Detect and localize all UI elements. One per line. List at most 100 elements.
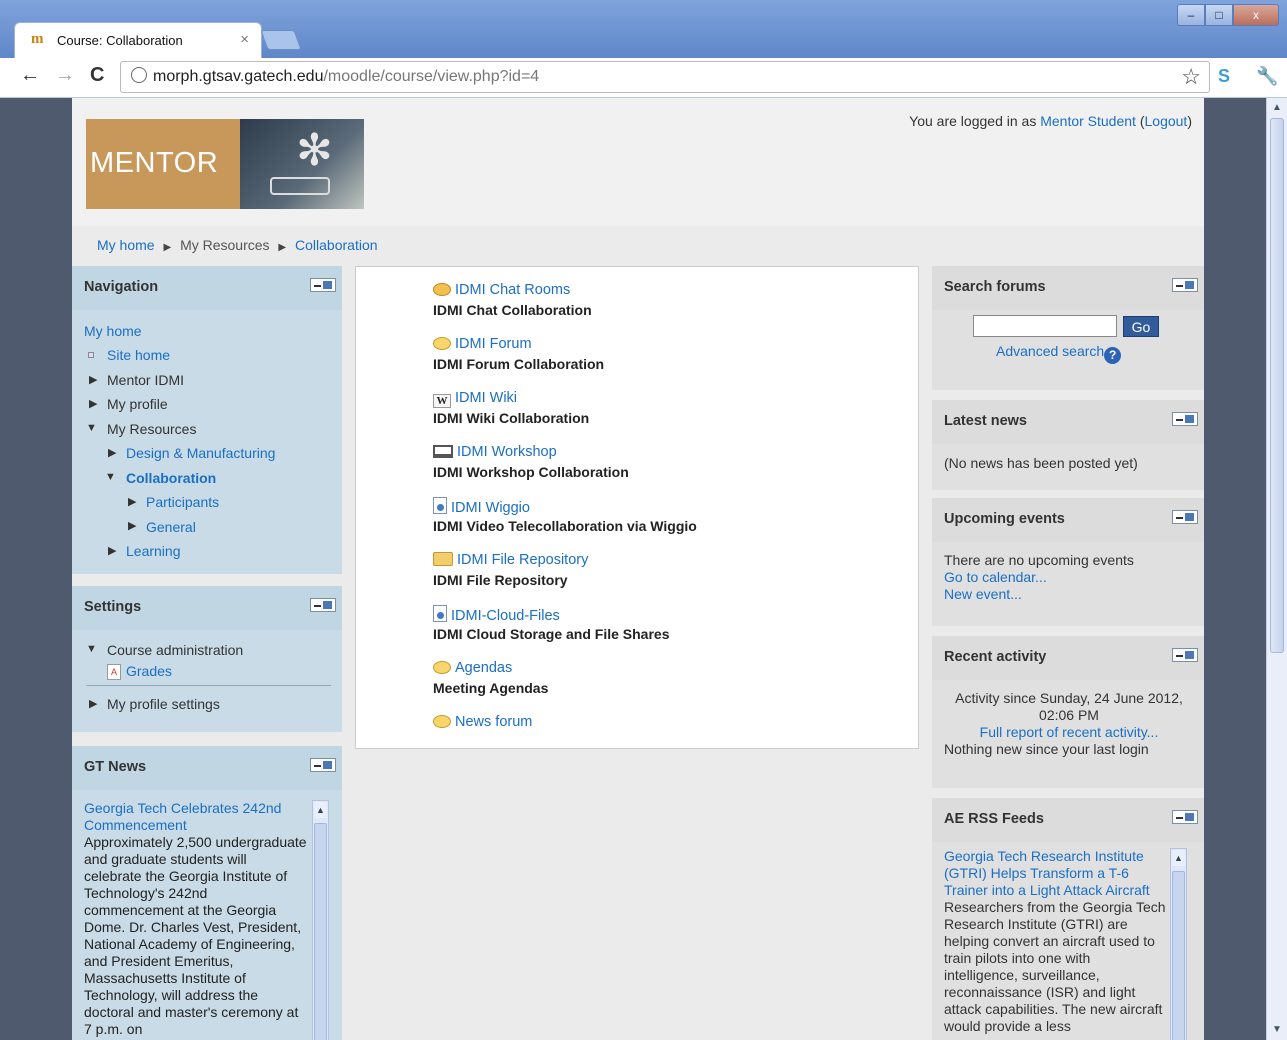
help-icon[interactable]: ? — [1104, 347, 1122, 364]
nav-my-profile[interactable]: My profile — [107, 396, 168, 412]
close-window-button[interactable]: x — [1233, 4, 1279, 26]
scroll-thumb[interactable] — [1270, 118, 1284, 653]
collapse-icon[interactable] — [1172, 648, 1198, 662]
collapse-icon[interactable] — [1172, 810, 1198, 824]
logo-text: MENTOR — [90, 147, 219, 179]
collapse-icon[interactable] — [1172, 510, 1198, 524]
activity-item: IDMI Wiggio IDMI Video Telecollaboration… — [433, 497, 697, 534]
upcoming-events-title: Upcoming events — [932, 498, 1204, 542]
logo-photo: ✻ — [240, 119, 364, 209]
nav-collaboration[interactable]: Collaboration — [126, 470, 216, 486]
activity-link[interactable]: IDMI Chat Rooms — [455, 282, 570, 298]
activity-desc: IDMI Wiki Collaboration — [433, 410, 590, 426]
scroll-up-icon[interactable]: ▲ — [1269, 100, 1285, 116]
collapse-arrow-icon[interactable]: ▼ — [105, 471, 116, 483]
wrench-icon[interactable]: 🔧 — [1256, 66, 1278, 87]
reload-icon[interactable]: C — [90, 64, 104, 87]
activity-link[interactable]: IDMI-Cloud-Files — [451, 608, 560, 624]
collapse-icon[interactable] — [310, 598, 336, 612]
advanced-search-link[interactable]: Advanced search — [996, 343, 1104, 359]
go-button[interactable]: Go — [1123, 316, 1159, 337]
gt-news-headline[interactable]: Georgia Tech Celebrates 242nd Commenceme… — [84, 800, 281, 833]
settings-grades[interactable]: Grades — [126, 663, 172, 679]
nav-site-home[interactable]: Site home — [107, 347, 170, 363]
extension-icon[interactable]: S — [1218, 66, 1230, 87]
gt-news-block: GT News Georgia Tech Celebrates 242nd Co… — [72, 746, 342, 1040]
nav-design-manufacturing[interactable]: Design & Manufacturing — [126, 445, 275, 461]
breadcrumb-my-resources[interactable]: My Resources — [180, 237, 269, 253]
expand-arrow-icon[interactable]: ▶ — [128, 495, 136, 508]
collapse-icon[interactable] — [310, 278, 336, 292]
latest-news-title: Latest news — [932, 400, 1204, 444]
page-scrollbar[interactable]: ▲ ▼ — [1266, 98, 1287, 1040]
latest-news-block: Latest news (No news has been posted yet… — [932, 400, 1204, 490]
collapse-icon[interactable] — [310, 758, 336, 772]
collapse-arrow-icon[interactable]: ▼ — [86, 643, 97, 655]
collapse-icon[interactable] — [1172, 278, 1198, 292]
activity-link[interactable]: IDMI Workshop — [457, 444, 557, 460]
settings-course-admin[interactable]: Course administration — [107, 642, 243, 658]
expand-arrow-icon[interactable]: ▶ — [89, 373, 97, 386]
browser-titlebar: m Course: Collaboration × – □ x — [0, 0, 1287, 58]
page-info-icon[interactable] — [131, 67, 147, 83]
breadcrumb-my-home[interactable]: My home — [97, 237, 155, 253]
activity-link[interactable]: IDMI Wiki — [455, 390, 517, 406]
forward-icon[interactable]: → — [55, 64, 75, 87]
logout-link[interactable]: Logout — [1145, 113, 1188, 129]
user-link[interactable]: Mentor Student — [1040, 113, 1136, 129]
nav-general[interactable]: General — [146, 519, 196, 535]
forum-icon — [433, 715, 451, 728]
activity-desc: IDMI Workshop Collaboration — [433, 464, 629, 480]
rss-scrollbar[interactable]: ▲ — [1170, 848, 1187, 1040]
expand-arrow-icon[interactable]: ▶ — [89, 397, 97, 410]
activity-item: IDMI Forum IDMI Forum Collaboration — [433, 335, 604, 372]
no-events-text: There are no upcoming events — [944, 552, 1134, 568]
expand-arrow-icon[interactable]: ▶ — [108, 544, 116, 557]
page-icon — [433, 497, 447, 514]
star-icon[interactable]: ☆ — [1181, 64, 1201, 90]
mentor-logo[interactable]: MENTOR ✻ — [86, 119, 364, 209]
activity-item: IDMI File Repository IDMI File Repositor… — [433, 551, 588, 588]
new-tab-button[interactable] — [260, 30, 302, 50]
expand-arrow-icon[interactable]: ▶ — [128, 519, 136, 532]
scroll-thumb[interactable] — [1172, 871, 1185, 1040]
expand-arrow-icon[interactable]: ▶ — [89, 697, 97, 710]
browser-toolbar: ← → C morph.gtsav.gatech.edu/moodle/cour… — [0, 58, 1287, 98]
minimize-button[interactable]: – — [1177, 4, 1205, 26]
nav-mentor-idmi[interactable]: Mentor IDMI — [107, 372, 184, 388]
nav-learning[interactable]: Learning — [126, 543, 181, 559]
full-report-link[interactable]: Full report of recent activity... — [980, 724, 1159, 740]
gt-news-scrollbar[interactable]: ▲ — [312, 800, 329, 1040]
scroll-thumb[interactable] — [314, 823, 327, 1040]
go-to-calendar-link[interactable]: Go to calendar... — [944, 569, 1047, 585]
scroll-up-icon[interactable]: ▲ — [1172, 850, 1185, 866]
maximize-button[interactable]: □ — [1205, 4, 1233, 26]
collapse-arrow-icon[interactable]: ▼ — [86, 422, 97, 434]
activity-item: IDMI Workshop IDMI Workshop Collaboratio… — [433, 443, 629, 480]
scroll-down-icon[interactable]: ▼ — [1269, 1022, 1285, 1038]
activity-link[interactable]: IDMI Forum — [455, 336, 532, 352]
nav-my-resources[interactable]: My Resources — [107, 421, 196, 437]
search-input[interactable] — [973, 315, 1117, 337]
address-bar[interactable]: morph.gtsav.gatech.edu/moodle/course/vie… — [120, 61, 1210, 93]
nav-participants[interactable]: Participants — [146, 494, 219, 510]
breadcrumb: My home ▶ My Resources ▶ Collaboration — [97, 237, 378, 253]
browser-tab[interactable]: m Course: Collaboration × — [14, 22, 262, 58]
course-content: IDMI Chat Rooms IDMI Chat Collaboration … — [355, 266, 919, 749]
back-icon[interactable]: ← — [20, 64, 40, 87]
expand-arrow-icon[interactable]: ▶ — [108, 446, 116, 459]
scroll-up-icon[interactable]: ▲ — [314, 802, 327, 818]
nav-my-home[interactable]: My home — [84, 323, 142, 339]
ae-rss-title: AE RSS Feeds — [932, 798, 1204, 842]
rss-headline[interactable]: Georgia Tech Research Institute (GTRI) H… — [944, 848, 1150, 898]
tab-close-icon[interactable]: × — [240, 31, 249, 48]
new-event-link[interactable]: New event... — [944, 586, 1022, 602]
settings-profile[interactable]: My profile settings — [107, 696, 220, 712]
breadcrumb-collaboration[interactable]: Collaboration — [295, 237, 378, 253]
activity-link[interactable]: News forum — [455, 714, 532, 730]
url-text[interactable]: morph.gtsav.gatech.edu/moodle/course/vie… — [153, 68, 539, 86]
activity-link[interactable]: Agendas — [455, 660, 512, 676]
activity-link[interactable]: IDMI Wiggio — [451, 500, 530, 516]
activity-link[interactable]: IDMI File Repository — [457, 552, 588, 568]
collapse-icon[interactable] — [1172, 412, 1198, 426]
